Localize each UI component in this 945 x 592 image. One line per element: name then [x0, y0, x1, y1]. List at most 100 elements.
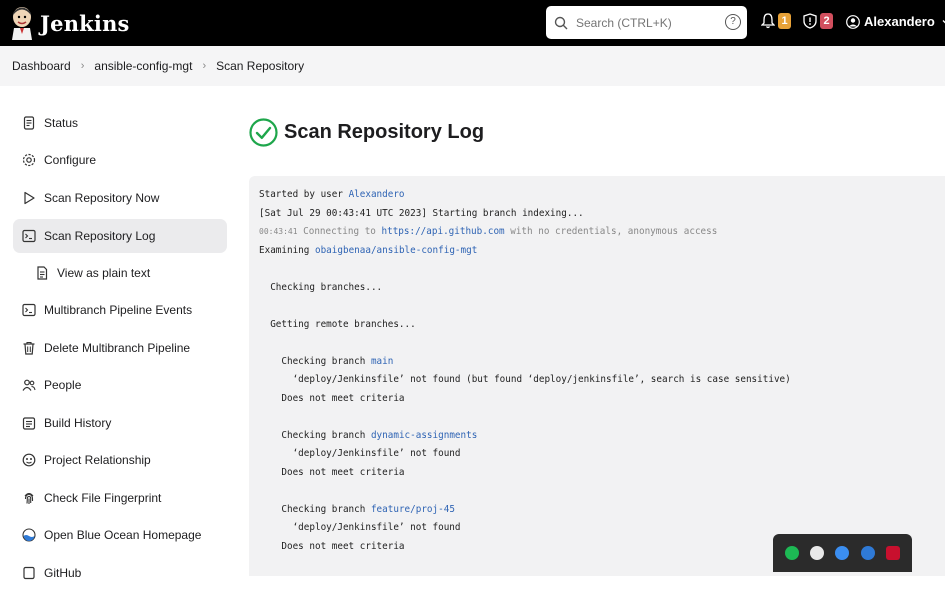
- user-menu[interactable]: Alexandero: [846, 14, 945, 29]
- fingerprint-icon: [24, 492, 34, 504]
- sidebar-item-delete-pipeline[interactable]: Delete Multibranch Pipeline: [0, 329, 240, 367]
- log-timestamp: 00:43:41: [259, 227, 298, 236]
- sidebar-item-people[interactable]: People: [0, 367, 240, 405]
- trash-icon: [23, 341, 35, 355]
- branch-link[interactable]: main: [371, 356, 393, 367]
- chevron-down-icon: [942, 19, 945, 24]
- log-text: with no credentials, anonymous access: [504, 226, 718, 237]
- document-icon: [37, 266, 48, 280]
- sidebar-item-label: Delete Multibranch Pipeline: [44, 340, 191, 355]
- log-line: Examining obaigbenaa/ansible-config-mgt: [259, 242, 945, 261]
- sidebar: Status Configure Scan Repository Now Sca…: [0, 104, 240, 592]
- branch-link[interactable]: dynamic-assignments: [371, 430, 477, 441]
- log-line: Getting remote branches...: [259, 318, 416, 330]
- history-icon: [22, 417, 36, 430]
- system-tray: [773, 534, 912, 572]
- log-text: Checking branch: [259, 503, 371, 515]
- sidebar-item-pipeline-events[interactable]: Multibranch Pipeline Events: [0, 292, 240, 330]
- slack-icon[interactable]: [810, 546, 825, 560]
- log-line: Checking branch main: [259, 353, 945, 372]
- breadcrumb-dashboard[interactable]: Dashboard: [12, 59, 71, 73]
- defender-icon[interactable]: [860, 546, 875, 560]
- page-title: Scan Repository Log: [284, 120, 485, 143]
- sidebar-item-blue-ocean[interactable]: Open Blue Ocean Homepage: [0, 517, 240, 555]
- jenkins-logo[interactable]: Jenkins: [10, 6, 130, 40]
- sidebar-item-label: Build History: [44, 415, 112, 430]
- page-header: Scan Repository Log: [249, 104, 945, 160]
- security-button[interactable]: 2: [803, 13, 833, 29]
- sidebar-item-label: Scan Repository Log: [44, 228, 156, 243]
- blue-ocean-icon: [22, 528, 36, 542]
- user-link[interactable]: Alexandero: [349, 189, 405, 200]
- sidebar-item-github[interactable]: GitHub: [0, 554, 240, 592]
- sidebar-item-project-relationship[interactable]: Project Relationship: [0, 442, 240, 480]
- log-blank: [259, 334, 945, 353]
- branch-link[interactable]: feature/proj-45: [371, 504, 455, 515]
- notifications-badge: 1: [778, 13, 791, 29]
- sidebar-item-label: People: [44, 378, 82, 393]
- sidebar-item-label: Check File Fingerprint: [44, 490, 162, 505]
- api-link[interactable]: https://api.github.com: [382, 226, 505, 237]
- log-line: Checking branches...: [259, 281, 383, 293]
- sidebar-item-status[interactable]: Status: [0, 104, 240, 142]
- people-icon: [22, 379, 36, 392]
- search-input[interactable]: [576, 15, 716, 30]
- breadcrumb-current[interactable]: Scan Repository: [216, 59, 304, 73]
- sidebar-item-label: Multibranch Pipeline Events: [44, 303, 193, 318]
- log-blank: [259, 260, 945, 279]
- terminal-icon: [22, 229, 36, 242]
- sidebar-item-label: Configure: [44, 153, 97, 168]
- log-line: ‘deploy/Jenkinsfile’ not found (but foun…: [259, 374, 791, 385]
- github-icon: [23, 566, 35, 579]
- search-icon: [554, 16, 568, 29]
- log-line: Does not meet criteria: [259, 466, 405, 478]
- sidebar-item-plain-text[interactable]: View as plain text: [0, 254, 240, 292]
- success-check-icon: [249, 117, 278, 147]
- notifications-button[interactable]: 1: [761, 13, 791, 29]
- terminal-icon: [22, 304, 36, 317]
- relationship-icon: [22, 453, 36, 467]
- security-badge: 2: [820, 13, 833, 29]
- sidebar-item-label: Status: [44, 115, 79, 130]
- chevron-right-icon: ›: [80, 60, 85, 72]
- sidebar-item-label: View as plain text: [57, 265, 151, 280]
- log-blank: [259, 297, 945, 316]
- top-bar: Jenkins ? 1 2 Alexandero: [0, 0, 945, 46]
- repo-link[interactable]: obaigbenaa/ansible-config-mgt: [315, 245, 477, 256]
- main-content: Scan Repository Log Started by user Alex…: [249, 104, 945, 576]
- search-help-icon[interactable]: ?: [725, 14, 741, 30]
- log-text: Checking branch: [259, 429, 371, 441]
- sidebar-item-fingerprint[interactable]: Check File Fingerprint: [0, 479, 240, 517]
- bell-icon: [761, 13, 775, 29]
- log-text: Started by user: [259, 189, 349, 200]
- sidebar-item-configure[interactable]: Configure: [0, 142, 240, 180]
- log-blank: [259, 482, 945, 501]
- gear-icon: [22, 154, 36, 167]
- log-line: Does not meet criteria: [259, 392, 405, 404]
- bluetooth-icon[interactable]: [835, 546, 850, 560]
- log-line: ‘deploy/Jenkinsfile’ not found: [259, 448, 461, 459]
- log-text: Connecting to: [297, 226, 382, 237]
- sidebar-item-label: Open Blue Ocean Homepage: [44, 528, 202, 543]
- sidebar-item-label: GitHub: [44, 565, 82, 580]
- user-avatar-icon: [846, 14, 860, 29]
- sidebar-item-scan-log[interactable]: Scan Repository Log: [13, 218, 227, 253]
- log-line: 00:43:41 Connecting to https://api.githu…: [259, 223, 945, 242]
- breadcrumb-project[interactable]: ansible-config-mgt: [94, 59, 192, 73]
- sidebar-item-label: Scan Repository Now: [44, 190, 160, 205]
- app-name: Jenkins: [40, 10, 130, 36]
- sidebar-item-build-history[interactable]: Build History: [0, 404, 240, 442]
- log-line: [Sat Jul 29 00:43:41 UTC 2023] Starting …: [259, 207, 584, 219]
- log-text: Checking branch: [259, 355, 371, 367]
- chevron-right-icon: ›: [202, 60, 207, 72]
- log-line: Checking branch dynamic-assignments: [259, 427, 945, 446]
- spotify-icon[interactable]: [784, 546, 799, 560]
- jenkins-butler-icon: [12, 7, 32, 40]
- document-icon: [23, 116, 35, 130]
- mcafee-icon[interactable]: [886, 546, 901, 560]
- sidebar-item-scan-now[interactable]: Scan Repository Now: [0, 179, 240, 217]
- play-icon: [24, 191, 35, 204]
- breadcrumb: Dashboard › ansible-config-mgt › Scan Re…: [0, 46, 945, 86]
- search-box[interactable]: ?: [546, 6, 747, 39]
- user-name: Alexandero: [864, 14, 935, 29]
